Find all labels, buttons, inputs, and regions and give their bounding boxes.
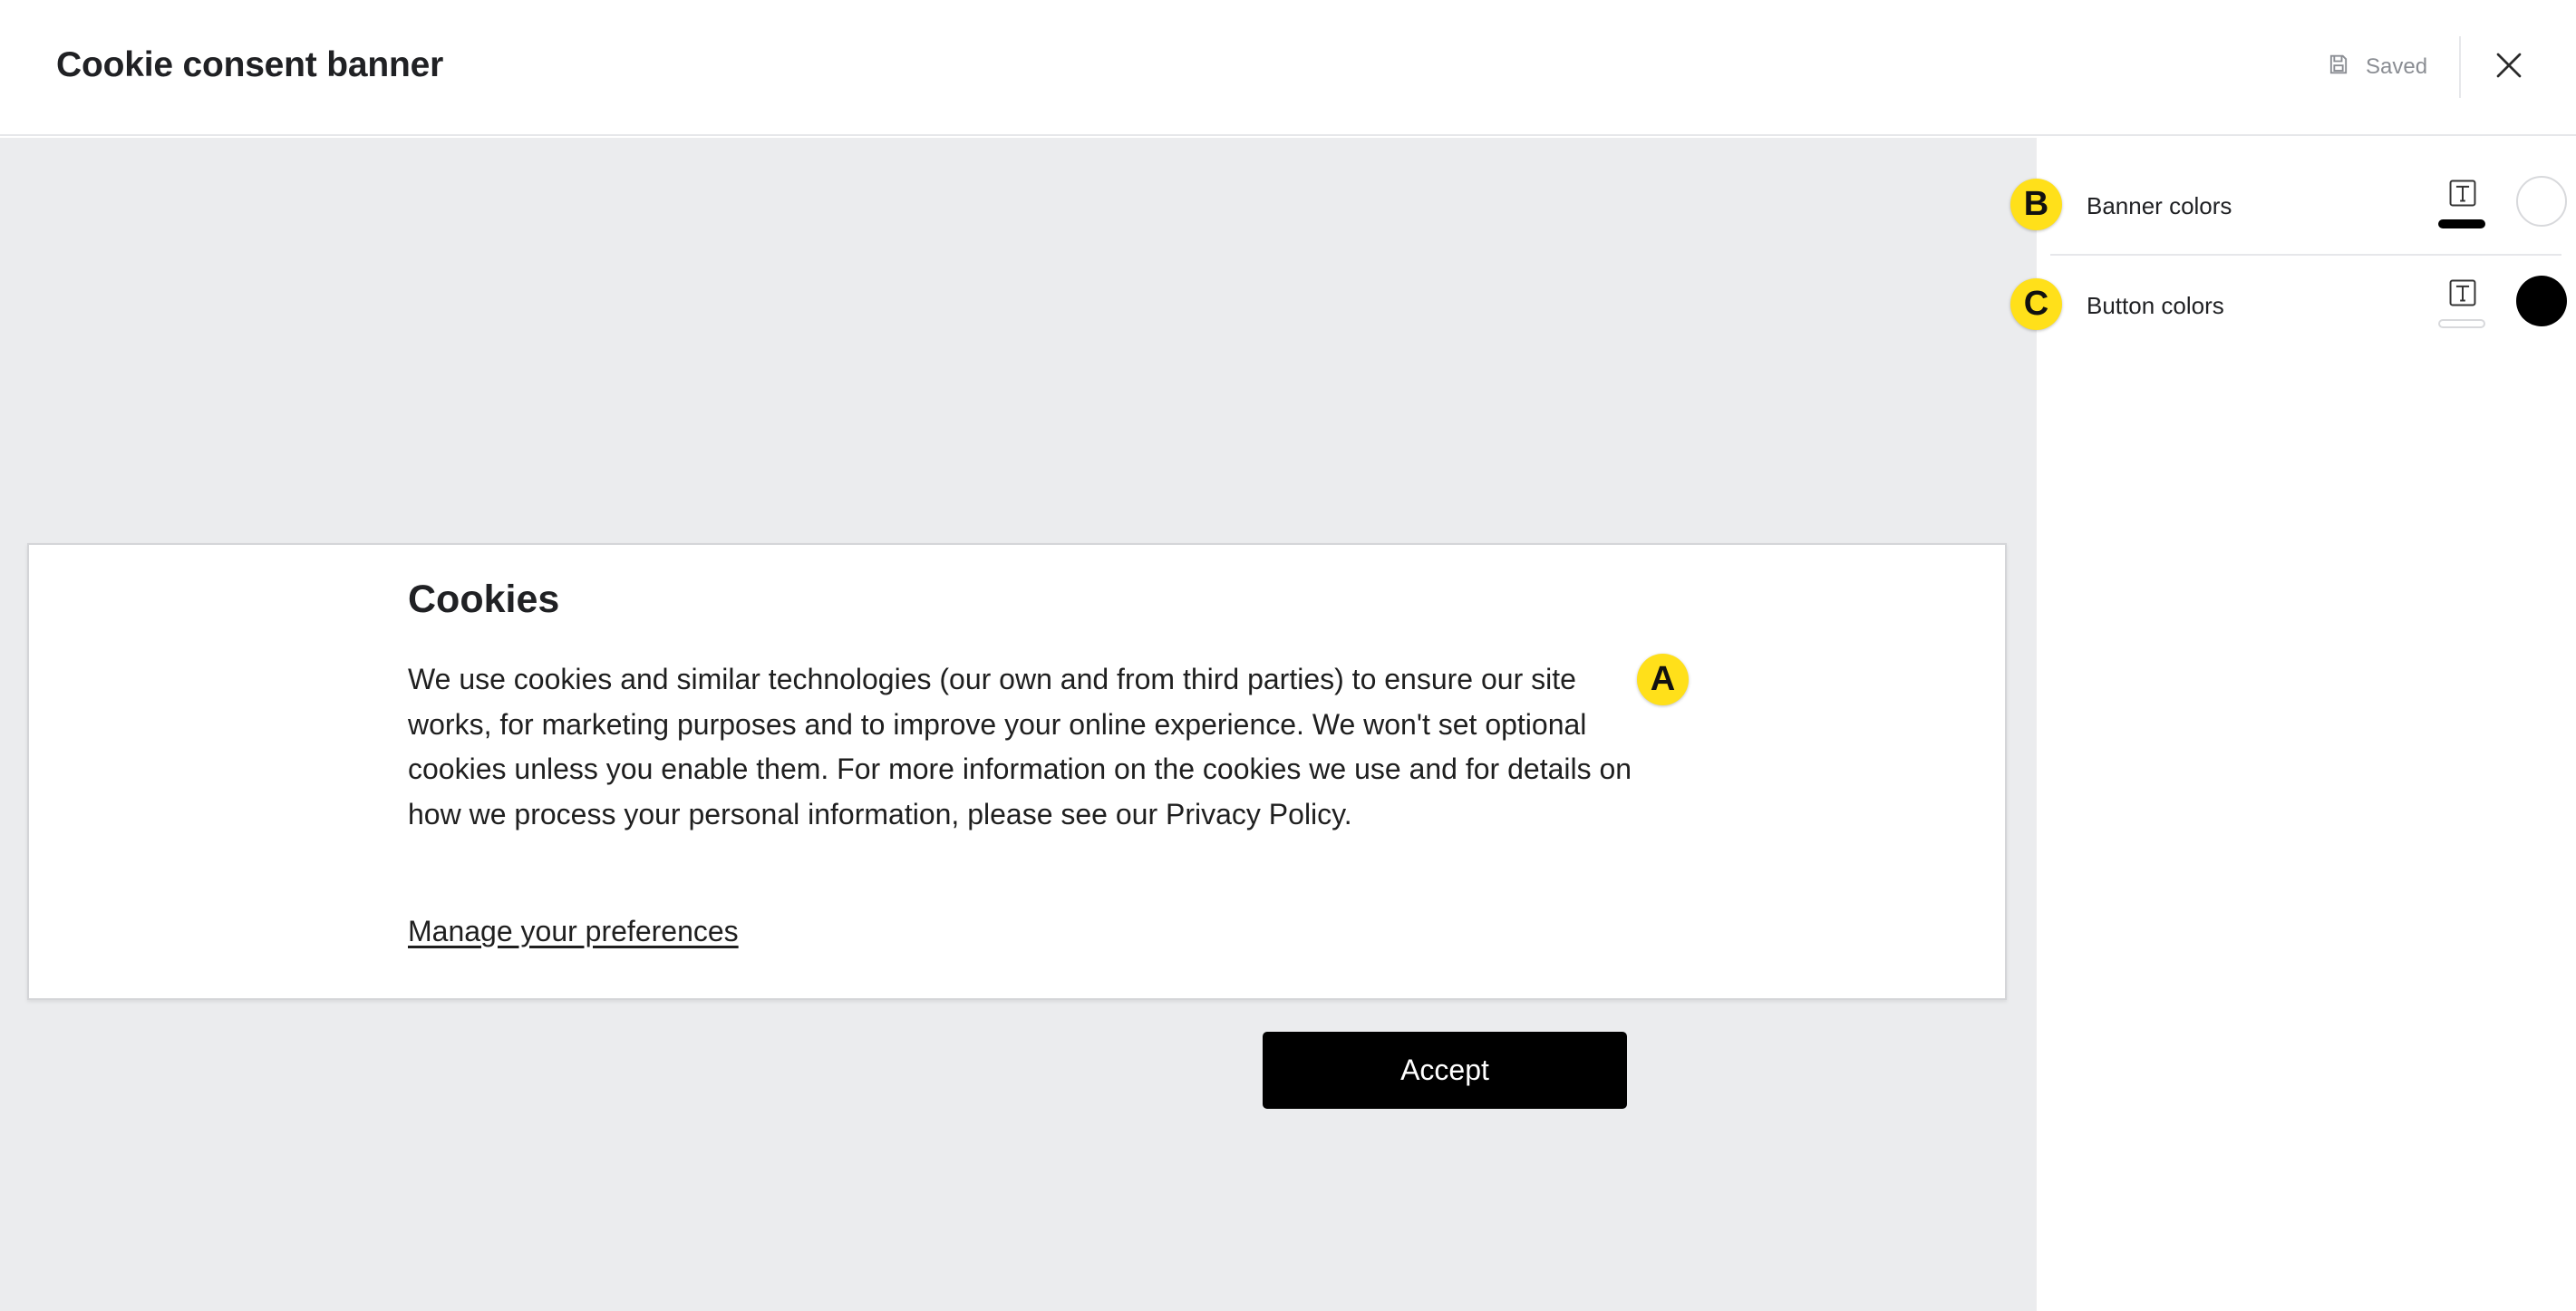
callout-badge-a: A [1637,654,1689,705]
button-text-color-button[interactable] [2436,277,2488,335]
manage-preferences-link[interactable]: Manage your preferences [408,915,739,948]
banner-title: Cookies [408,578,560,621]
panel-row-divider [2050,254,2561,256]
banner-text-color-button[interactable] [2436,178,2488,236]
header-divider [2459,36,2461,98]
save-status: Saved [2326,51,2427,83]
button-colors-label: Button colors [2087,292,2224,319]
preview-canvas: Cookies We use cookies and similar techn… [0,138,2035,1311]
banner-colors-label: Banner colors [2087,192,2232,219]
page-title: Cookie consent banner [56,45,444,84]
text-format-icon [2449,279,2476,306]
banner-background-color-swatch[interactable] [2516,176,2567,227]
button-colors-row: Button colors [2050,257,2567,357]
save-icon [2326,52,2351,83]
close-icon [2493,49,2525,86]
button-background-color-swatch[interactable] [2516,276,2567,326]
header-bar: Cookie consent banner Saved [0,0,2576,136]
banner-body-text: We use cookies and similar technologies … [408,663,1632,830]
text-format-icon [2449,180,2476,207]
cookie-banner-preview[interactable]: Cookies We use cookies and similar techn… [27,543,2007,1000]
close-button[interactable] [2484,42,2534,92]
app-window: Cookie consent banner Saved Cookies We u… [0,0,2576,1311]
banner-text-color-swatch [2438,219,2485,228]
accept-button[interactable]: Accept [1263,1032,1627,1109]
settings-panel: B Banner colors C Button colors [2010,138,2576,1311]
button-text-color-swatch [2438,319,2485,328]
saved-label: Saved [2366,54,2428,79]
banner-colors-row: Banner colors [2050,158,2567,257]
